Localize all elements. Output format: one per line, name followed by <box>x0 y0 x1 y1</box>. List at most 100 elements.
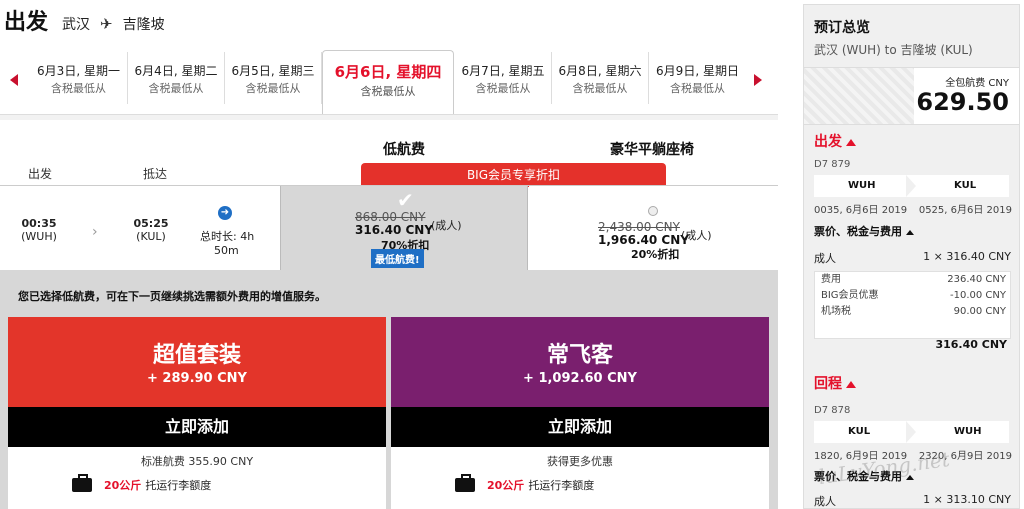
frequent-flyer-card: 常飞客 + 1,092.60 CNY 立即添加 获得更多优惠 20公斤 托运行李… <box>391 317 769 509</box>
date-tab-sub: 含税最低从 <box>245 82 301 95</box>
leg-arr-time: 0525, 6月6日 2019 <box>918 205 1012 216</box>
passenger-row: 成人 1 × 316.40 CNY <box>814 250 1011 266</box>
date-tab-date: 6月8日, 星期六 <box>558 64 642 78</box>
arrival-code: (KUL) <box>136 230 166 243</box>
add-frequent-flyer-button[interactable]: 立即添加 <box>391 407 769 447</box>
passenger-label: 成人 <box>814 495 836 508</box>
date-tab-date: 6月9日, 星期日 <box>656 64 739 78</box>
date-tab-sub: 含税最低从 <box>670 82 725 95</box>
leg-to: KUL <box>954 180 977 191</box>
low-fare-option[interactable]: ✔ 868.00 CNY 316.40 CNY (成人) 70%折扣 最低航费! <box>280 186 528 270</box>
leg-divider <box>906 175 916 197</box>
baggage-text: 托运行李额度 <box>528 479 595 492</box>
selection-notice: 您已选择低航费，可在下一页继续挑选需额外费用的增值服务。 <box>18 290 326 303</box>
date-tab-date: 6月4日, 星期二 <box>134 64 218 78</box>
passenger-label: 成人 <box>814 252 836 265</box>
date-tab[interactable]: 6月8日, 星期六 含税最低从 <box>552 52 649 104</box>
value-pack-card: 超值套装 + 289.90 CNY 立即添加 标准航费 355.90 CNY 2… <box>8 317 386 509</box>
prev-dates-arrow-icon[interactable] <box>10 74 18 86</box>
passenger-type: (成人) <box>431 219 462 232</box>
fee-value: 236.40 CNY <box>947 274 1006 285</box>
booking-page: 出发 武汉 ✈ 吉隆坡 6月3日, 星期一 含税最低从 6月4日, 星期二 含税… <box>0 0 1024 509</box>
checkmark-icon: ✔ <box>397 188 414 212</box>
package-subtext: 标准航费 355.90 CNY <box>140 455 254 468</box>
fee-name: 费用 <box>821 274 841 285</box>
departure-time: 00:35 <box>21 217 57 230</box>
date-tab[interactable]: 6月9日, 星期日 含税最低从 <box>649 52 746 104</box>
booking-summary: 预订总览 武汉 (WUH) to 吉隆坡 (KUL) 全包航费 CNY 629.… <box>803 4 1020 509</box>
page-header: 出发 武汉 ✈ 吉隆坡 <box>4 4 165 35</box>
date-tab[interactable]: 6月4日, 星期二 含税最低从 <box>128 52 225 104</box>
total-amount: 629.50 <box>916 88 1009 116</box>
flight-leg: WUH KUL <box>814 175 1009 197</box>
total-label: 全包航费 CNY <box>945 78 1009 89</box>
duration-minutes: 50m <box>214 244 239 257</box>
luggage-icon <box>72 474 92 492</box>
fare-price: 1,966.40 CNY <box>598 233 689 247</box>
return-section-toggle[interactable]: 回程 <box>814 373 856 393</box>
arrival-info: 05:25 (KUL) <box>130 217 172 243</box>
fee-row: BIG会员优惠 -10.00 CNY <box>815 288 1010 304</box>
fee-name: BIG会员优惠 <box>821 290 879 301</box>
price-breakdown-toggle[interactable]: 票价、税金与费用 <box>814 223 914 239</box>
destination-city: 吉隆坡 <box>122 17 165 33</box>
date-tab-date: 6月3日, 星期一 <box>37 64 120 78</box>
duration-label: 总时长: 4h <box>200 230 255 243</box>
fare-radio[interactable] <box>648 206 658 216</box>
flight-duration: 总时长: 4h 50m <box>200 230 254 258</box>
premium-fare-header: 豪华平躺座椅 <box>610 142 694 158</box>
price-section-label: 票价、税金与费用 <box>814 225 902 238</box>
low-fare-header: 低航费 <box>383 142 425 158</box>
value-pack-header: 超值套装 + 289.90 CNY <box>8 317 386 407</box>
premium-fare-option[interactable]: 2,438.00 CNY 1,966.40 CNY (成人) 20%折扣 <box>529 186 777 270</box>
passenger-price: 1 × 313.10 CNY <box>923 493 1011 506</box>
fee-value: -10.00 CNY <box>950 290 1006 301</box>
fee-list: 费用 236.40 CNY BIG会员优惠 -10.00 CNY 机场税 90.00 … <box>814 271 1011 339</box>
baggage-weight: 20公斤 <box>487 479 525 492</box>
baggage-text: 托运行李额度 <box>145 479 212 492</box>
leg-to: WUH <box>954 426 982 437</box>
leg-divider <box>906 421 916 443</box>
origin-city: 武汉 <box>62 17 91 33</box>
caret-up-icon <box>846 139 856 146</box>
date-selector: 6月3日, 星期一 含税最低从 6月4日, 星期二 含税最低从 6月5日, 星期… <box>0 50 778 114</box>
depart-column-header: 出发 <box>28 167 53 181</box>
date-tab-selected[interactable]: 6月6日, 星期四 含税最低从 <box>322 50 454 114</box>
baggage-allowance: 20公斤 托运行李额度 <box>455 474 595 493</box>
package-name: 超值套装 <box>152 343 241 368</box>
departure-info: 00:35 (WUH) <box>18 217 60 243</box>
fee-row: 费用 236.40 CNY <box>815 272 1010 288</box>
package-subtext: 获得更多优惠 <box>547 455 613 468</box>
plane-icon: ✈ <box>100 15 113 33</box>
date-tab[interactable]: 6月3日, 星期一 含税最低从 <box>30 52 128 104</box>
chevron-right-icon: › <box>92 224 98 240</box>
date-tab[interactable]: 6月5日, 星期三 含税最低从 <box>225 52 322 104</box>
leg-dep-time: 0035, 6月6日 2019 <box>814 205 908 216</box>
passenger-type: (成人) <box>681 229 712 242</box>
next-dates-arrow-icon[interactable] <box>754 74 762 86</box>
luggage-icon <box>455 474 475 492</box>
date-tab-sub: 含税最低从 <box>360 85 416 98</box>
add-value-pack-button[interactable]: 立即添加 <box>8 407 386 447</box>
date-tab-sub: 含税最低从 <box>148 82 204 95</box>
outbound-subtotal: 316.40 CNY <box>935 338 1007 351</box>
discount-label: 20%折扣 <box>631 248 680 261</box>
page-title: 出发 <box>4 10 49 35</box>
flight-number: D7 878 <box>814 405 851 416</box>
date-tab-sub: 含税最低从 <box>51 82 106 95</box>
addon-section: 您已选择低航费，可在下一页继续挑选需额外费用的增值服务。 超值套装 + 289.… <box>0 270 778 509</box>
fee-value: 90.00 CNY <box>953 306 1006 317</box>
passenger-row: 成人 1 × 313.10 CNY <box>814 493 1011 509</box>
original-price: 2,438.00 CNY <box>598 220 680 234</box>
package-price: + 289.90 CNY <box>147 371 247 386</box>
summary-title: 预订总览 <box>814 20 870 36</box>
return-label: 回程 <box>814 376 842 392</box>
departure-code: (WUH) <box>21 230 57 243</box>
date-tab-date: 6月6日, 星期四 <box>334 63 442 81</box>
caret-up-icon <box>846 381 856 388</box>
outbound-section-toggle[interactable]: 出发 <box>814 131 856 151</box>
date-tab[interactable]: 6月7日, 星期五 含税最低从 <box>455 52 552 104</box>
flight-leg: KUL WUH <box>814 421 1009 443</box>
divider <box>0 114 778 120</box>
flight-details-icon[interactable]: ➜ <box>218 206 232 220</box>
